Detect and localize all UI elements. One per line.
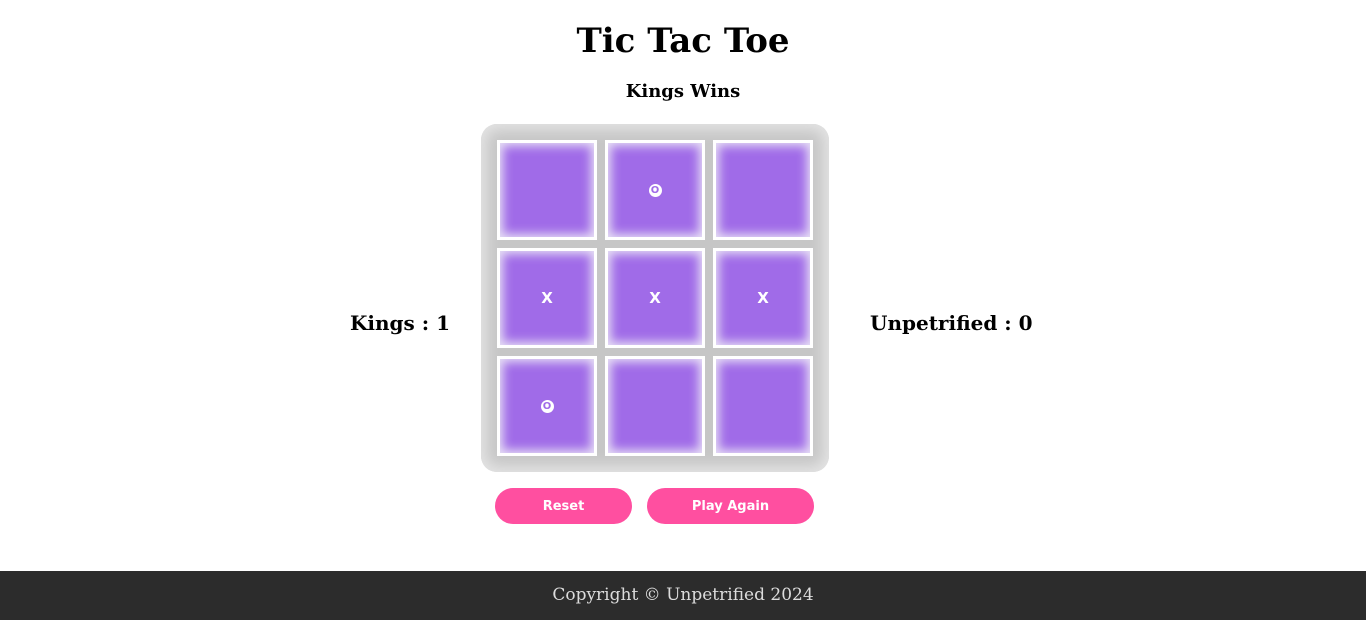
board-cell-1[interactable] <box>497 140 597 240</box>
board-cell-8[interactable] <box>605 356 705 456</box>
game-board: O X X X O <box>481 124 829 472</box>
board-cell-5[interactable]: X <box>605 248 705 348</box>
board-cell-7[interactable]: O <box>497 356 597 456</box>
play-again-button[interactable]: Play Again <box>647 488 814 524</box>
board-cell-3[interactable] <box>713 140 813 240</box>
score-kings: Kings : 1 <box>350 311 450 335</box>
x-mark-icon: X <box>649 288 661 307</box>
x-mark-icon: X <box>757 288 769 307</box>
board-cell-9[interactable] <box>713 356 813 456</box>
copyright-text: Copyright © Unpetrified 2024 <box>552 585 814 605</box>
footer: Copyright © Unpetrified 2024 <box>0 571 1366 620</box>
page-title: Tic Tac Toe <box>576 21 790 61</box>
score-unpetrified: Unpetrified : 0 <box>870 311 1033 335</box>
game-status: Kings Wins <box>625 81 741 102</box>
o-mark-icon: O <box>540 399 554 413</box>
board-cell-6[interactable]: X <box>713 248 813 348</box>
board-cell-2[interactable]: O <box>605 140 705 240</box>
board-cell-4[interactable]: X <box>497 248 597 348</box>
o-mark-icon: O <box>648 183 662 197</box>
x-mark-icon: X <box>541 288 553 307</box>
reset-button[interactable]: Reset <box>495 488 632 524</box>
